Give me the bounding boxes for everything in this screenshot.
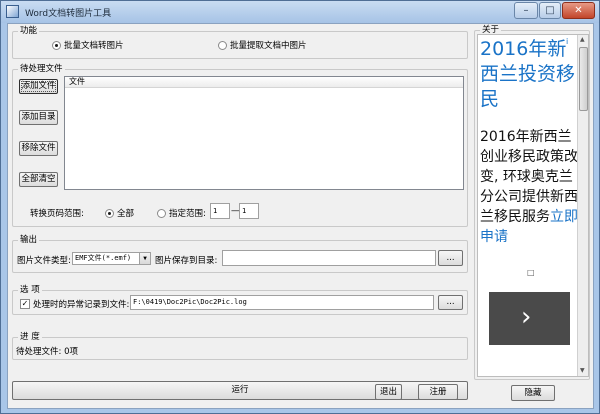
page-range-specify-label: 指定范围: xyxy=(169,209,206,219)
batch-convert-radio[interactable] xyxy=(52,41,61,50)
app-icon xyxy=(6,5,19,18)
image-type-select[interactable]: EMF文件(*.emf) ▼ xyxy=(72,252,151,265)
extract-images-label: 批量提取文档中图片 xyxy=(230,41,307,51)
exit-button[interactable]: 退出 xyxy=(375,384,402,400)
remove-file-button[interactable]: 移除文件 xyxy=(19,141,58,156)
dropdown-arrow-icon[interactable]: ▼ xyxy=(139,253,150,264)
log-errors-checkbox[interactable]: ✓ xyxy=(20,299,30,309)
file-list[interactable]: 文件 xyxy=(64,76,464,190)
function-group: 功能 批量文档转图片 批量提取文档中图片 xyxy=(12,26,468,59)
output-group-label: 输出 xyxy=(18,235,40,246)
pending-files-group: 待处理文件 添加文件 添加目录 移除文件 全部清空 文件 转换页码范围: 全部 … xyxy=(12,64,468,227)
page-range-radio[interactable] xyxy=(157,209,166,218)
output-group: 输出 图片文件类型: EMF文件(*.emf) ▼ 图片保存到目录: ... xyxy=(12,235,468,273)
page-all-label: 全部 xyxy=(117,209,135,219)
add-directory-button[interactable]: 添加目录 xyxy=(19,110,58,125)
output-dir-input[interactable] xyxy=(222,250,436,266)
page-to-input[interactable]: 1 xyxy=(239,203,259,219)
file-column-header[interactable]: 文件 xyxy=(65,77,463,88)
ad-body[interactable]: 2016年新西兰创业移民政策改变, 环球奥克兰分公司提供新西兰移民服务立即申请 xyxy=(480,127,580,247)
register-button[interactable]: 注册 xyxy=(418,384,458,400)
output-dir-label: 图片保存到目录: xyxy=(155,256,218,266)
close-button[interactable]: ✕ xyxy=(562,2,595,19)
progress-status-text: 待处理文件: 0项 xyxy=(16,347,78,357)
extract-images-radio[interactable] xyxy=(218,41,227,50)
ad-panel[interactable]: i 2016年新西兰投资移民 2016年新西兰创业移民政策改变, 环球奥克兰分公… xyxy=(477,34,589,377)
scroll-up-icon[interactable]: ▲ xyxy=(580,36,585,43)
app-window: Word文档转图片工具 – □ ✕ 功能 批量文档转图片 批量提取文档中图片 待… xyxy=(0,0,600,414)
image-type-label: 图片文件类型: xyxy=(17,256,71,266)
scrollbar-thumb[interactable] xyxy=(579,47,588,111)
hide-button[interactable]: 隐藏 xyxy=(511,385,555,401)
image-type-value: EMF文件(*.emf) xyxy=(75,254,132,262)
scroll-down-icon[interactable]: ▼ xyxy=(580,367,585,374)
clear-all-button[interactable]: 全部清空 xyxy=(19,172,58,187)
output-dir-browse-button[interactable]: ... xyxy=(438,250,463,266)
window-title: Word文档转图片工具 xyxy=(25,9,112,19)
log-errors-label: 处理时的异常记录到文件: xyxy=(33,300,130,310)
title-bar[interactable]: Word文档转图片工具 – □ ✕ xyxy=(1,1,599,23)
options-group-label: 选 项 xyxy=(18,285,42,296)
pending-files-label: 待处理文件 xyxy=(18,64,65,75)
minimize-button[interactable]: – xyxy=(514,2,538,19)
maximize-button[interactable]: □ xyxy=(539,2,561,19)
log-path-browse-button[interactable]: ... xyxy=(438,295,463,310)
ad-headline[interactable]: 2016年新西兰投资移民 xyxy=(480,37,576,112)
options-group: 选 项 ✓ 处理时的异常记录到文件: F:\0419\Doc2Pic\Doc2P… xyxy=(12,285,468,315)
ad-marker-icon: □ xyxy=(527,268,535,277)
progress-group: 进 度 待处理文件: 0项 xyxy=(12,332,468,360)
page-range-label: 转换页码范围: xyxy=(30,209,84,219)
function-group-label: 功能 xyxy=(18,26,40,37)
log-path-input[interactable]: F:\0419\Doc2Pic\Doc2Pic.log xyxy=(130,295,434,310)
page-all-radio[interactable] xyxy=(105,209,114,218)
chevron-right-icon: › xyxy=(521,302,532,332)
ad-next-button[interactable]: › xyxy=(489,292,570,345)
progress-group-label: 进 度 xyxy=(18,332,42,343)
ad-scrollbar[interactable]: ▲ ▼ xyxy=(577,35,588,376)
page-from-input[interactable]: 1 xyxy=(210,203,230,219)
batch-convert-label: 批量文档转图片 xyxy=(64,41,124,51)
add-file-button[interactable]: 添加文件 xyxy=(19,79,58,94)
